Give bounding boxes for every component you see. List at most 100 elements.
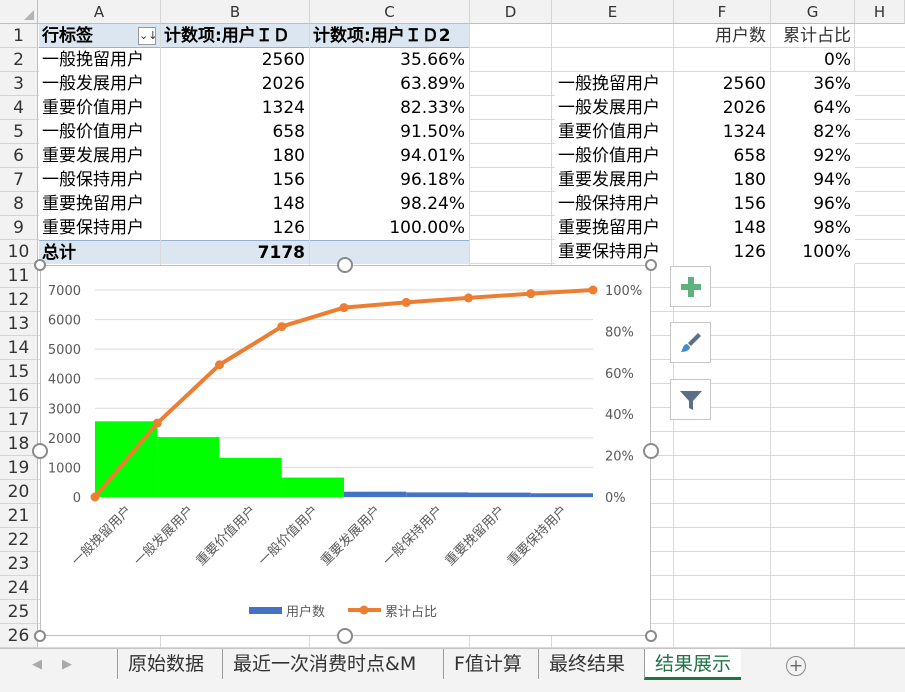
table2-row-users[interactable]: 658	[674, 144, 770, 168]
cum-first[interactable]: 0%	[771, 48, 855, 72]
row-header[interactable]: 1	[0, 24, 38, 48]
chart-resize-handle[interactable]	[34, 259, 46, 271]
pivot-row-label[interactable]: 重要价值用户	[39, 96, 160, 120]
table2-row-cum[interactable]: 64%	[771, 96, 855, 120]
row-header[interactable]: 11	[0, 264, 38, 288]
pivot-row-label[interactable]: 重要挽留用户	[39, 192, 160, 216]
pivot-row-count[interactable]: 2026	[161, 72, 309, 96]
table2-row-cum[interactable]: 36%	[771, 72, 855, 96]
chart-resize-handle[interactable]	[643, 443, 659, 459]
column-header[interactable]: B	[161, 0, 310, 24]
chart-resize-handle[interactable]	[34, 630, 46, 642]
cum-header[interactable]: 累计占比	[771, 24, 855, 48]
row-header[interactable]: 20	[0, 480, 38, 504]
pivot-row-label[interactable]: 一般挽留用户	[39, 48, 160, 72]
table2-row-label[interactable]: 重要挽留用户	[555, 216, 673, 240]
pivot-row-label[interactable]: 重要保持用户	[39, 216, 160, 240]
row-header[interactable]: 5	[0, 120, 38, 144]
table2-row-label[interactable]: 一般保持用户	[555, 192, 673, 216]
row-header[interactable]: 19	[0, 456, 38, 480]
pivot-row-count[interactable]: 1324	[161, 96, 309, 120]
table2-row-cum[interactable]: 82%	[771, 120, 855, 144]
pivot-row-count[interactable]: 148	[161, 192, 309, 216]
column-header[interactable]: G	[771, 0, 855, 24]
column-header[interactable]: A	[38, 0, 161, 24]
pivot-row-label[interactable]: 重要发展用户	[39, 144, 160, 168]
row-header[interactable]: 26	[0, 624, 38, 648]
row-header[interactable]: 10	[0, 240, 38, 264]
row-header[interactable]: 23	[0, 552, 38, 576]
pivot-row-label[interactable]: 一般发展用户	[39, 72, 160, 96]
select-all-corner[interactable]	[0, 0, 38, 24]
pivot-row-pct[interactable]: 35.66%	[310, 48, 469, 72]
pivot-row-pct[interactable]: 82.33%	[310, 96, 469, 120]
sheet-tab[interactable]: 原始数据	[117, 649, 214, 679]
pivot-row-pct[interactable]: 91.50%	[310, 120, 469, 144]
row-header[interactable]: 25	[0, 600, 38, 624]
tab-scroll-left-icon[interactable]: ◀	[32, 657, 42, 672]
sheet-tab[interactable]: F值计算	[443, 649, 532, 679]
pivot-row-pct[interactable]: 96.18%	[310, 168, 469, 192]
row-header[interactable]: 3	[0, 72, 38, 96]
table2-row-label[interactable]: 重要价值用户	[555, 120, 673, 144]
chart-resize-handle[interactable]	[645, 259, 657, 271]
column-header[interactable]: H	[855, 0, 905, 24]
table2-row-cum[interactable]: 92%	[771, 144, 855, 168]
add-sheet-icon[interactable]: +	[786, 656, 806, 676]
column-header[interactable]: E	[552, 0, 674, 24]
pivot-row-count[interactable]: 2560	[161, 48, 309, 72]
pivot-row-count[interactable]: 156	[161, 168, 309, 192]
row-header[interactable]: 15	[0, 360, 38, 384]
table2-row-label[interactable]: 一般发展用户	[555, 96, 673, 120]
chart-styles-button[interactable]	[670, 322, 711, 363]
row-header[interactable]: 16	[0, 384, 38, 408]
pivot-row-pct[interactable]: 100.00%	[310, 216, 469, 240]
table2-row-users[interactable]: 2026	[674, 96, 770, 120]
sheet-tab[interactable]: 最近一次消费时点&M	[222, 649, 426, 679]
table2-row-cum[interactable]: 94%	[771, 168, 855, 192]
row-header[interactable]: 9	[0, 216, 38, 240]
table2-row-label[interactable]: 重要发展用户	[555, 168, 673, 192]
table2-row-cum[interactable]: 96%	[771, 192, 855, 216]
chart-filters-button[interactable]	[670, 379, 711, 420]
table2-row-users[interactable]: 148	[674, 216, 770, 240]
row-header[interactable]: 2	[0, 48, 38, 72]
row-header[interactable]: 14	[0, 336, 38, 360]
column-header[interactable]: D	[470, 0, 552, 24]
pivot-row-pct[interactable]: 94.01%	[310, 144, 469, 168]
row-header[interactable]: 4	[0, 96, 38, 120]
column-header[interactable]: C	[310, 0, 470, 24]
row-header[interactable]: 21	[0, 504, 38, 528]
users-header[interactable]: 用户数	[674, 24, 770, 48]
column-header[interactable]: F	[674, 0, 771, 24]
table2-row-users[interactable]: 2560	[674, 72, 770, 96]
chart-resize-handle[interactable]	[645, 630, 657, 642]
pivot-total-count[interactable]: 7178	[161, 240, 309, 264]
pivot-total-pct[interactable]	[310, 240, 469, 264]
pivot-row-count[interactable]: 658	[161, 120, 309, 144]
row-header[interactable]: 12	[0, 288, 38, 312]
row-header[interactable]: 22	[0, 528, 38, 552]
table2-row-users[interactable]: 126	[674, 240, 770, 264]
pivot-count2-header[interactable]: 计数项:用户ＩＤ2	[310, 24, 469, 48]
pivot-total-label[interactable]: 总计	[39, 240, 160, 264]
table2-row-users[interactable]: 180	[674, 168, 770, 192]
filter-dropdown-icon[interactable]: ⌄↓	[138, 27, 157, 45]
table2-row-label[interactable]: 一般挽留用户	[555, 72, 673, 96]
table2-row-label[interactable]: 一般价值用户	[555, 144, 673, 168]
row-header[interactable]: 17	[0, 408, 38, 432]
row-header[interactable]: 13	[0, 312, 38, 336]
tab-scroll-right-icon[interactable]: ▶	[62, 657, 72, 672]
pareto-chart[interactable]: 0 1000 2000 3000 4000 5000 6000 7000 0% 20% 40% 60%…	[40, 265, 651, 636]
pivot-row-label[interactable]: 一般价值用户	[39, 120, 160, 144]
pivot-row-count[interactable]: 180	[161, 144, 309, 168]
row-header[interactable]: 7	[0, 168, 38, 192]
pivot-row-label[interactable]: 一般保持用户	[39, 168, 160, 192]
chart-resize-handle[interactable]	[32, 443, 48, 459]
chart-resize-handle[interactable]	[337, 628, 353, 644]
row-header[interactable]: 6	[0, 144, 38, 168]
table2-row-cum[interactable]: 98%	[771, 216, 855, 240]
pivot-row-count[interactable]: 126	[161, 216, 309, 240]
pivot-count-header[interactable]: 计数项:用户ＩＤ	[161, 24, 309, 48]
pivot-row-pct[interactable]: 63.89%	[310, 72, 469, 96]
